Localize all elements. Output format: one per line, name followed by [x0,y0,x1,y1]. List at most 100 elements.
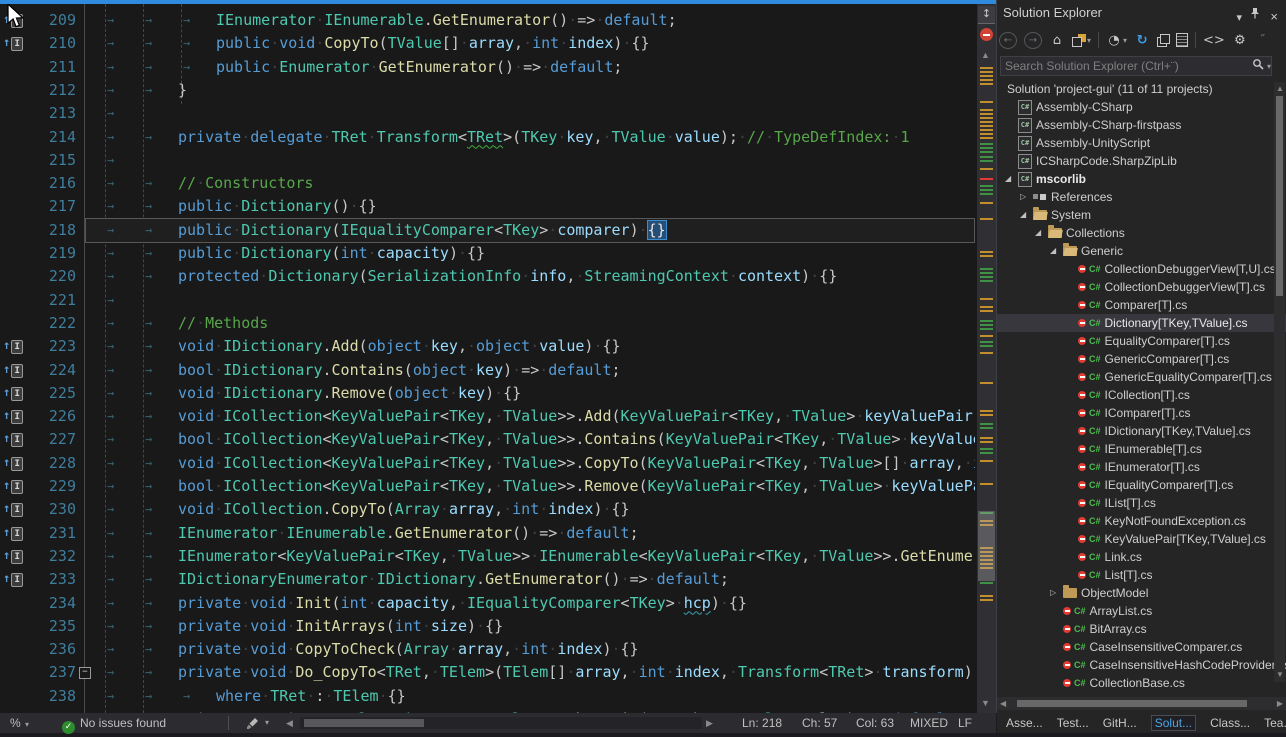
eol-indicator[interactable]: LF [958,713,972,733]
brush-icon[interactable] [246,716,259,736]
tree-item[interactable]: C#ArrayList.cs [997,602,1286,620]
chevron-down-icon[interactable]: ▾ [265,713,269,733]
tree-item[interactable]: C#Dictionary[TKey,TValue].cs [997,314,1286,332]
chevron-down-icon[interactable]: ▾ [1087,36,1091,45]
expanded-arrow-icon[interactable]: ◢ [1005,170,1011,188]
split-window-handle-icon[interactable]: ↕ [978,6,995,24]
overflow-icon[interactable]: ″ [1255,31,1271,49]
tree-item[interactable]: C#Assembly-UnityScript [997,134,1286,152]
code-line[interactable]: →→public·Dictionary()·{} [86,195,975,219]
code-line[interactable]: →→private·void·InitArrays(int·size)·{} [86,615,975,639]
tree-item[interactable]: C#IComparer[T].cs [997,404,1286,422]
code-line[interactable]: →→void·ICollection<KeyValuePair<TKey,·TV… [86,452,975,476]
zoom-control[interactable]: % ▾ [10,713,29,735]
tree-item[interactable]: C#IEnumerable[T].cs [997,440,1286,458]
properties-icon[interactable]: ⚙ [1232,31,1248,49]
scrollbar-thumb[interactable] [978,511,995,581]
tree-item[interactable]: ◢Collections [997,224,1286,242]
tree-item[interactable]: C#CaseInsensitiveComparer.cs [997,638,1286,656]
code-line[interactable]: → [86,289,975,313]
scroll-left-icon[interactable]: ◀ [1000,699,1006,708]
collapsed-arrow-icon[interactable]: ▷ [1050,584,1056,602]
expanded-arrow-icon[interactable]: ◢ [1050,242,1056,260]
code-line[interactable]: →→private·void·Init(int·capacity,·IEqual… [86,592,975,616]
tree-item[interactable]: Solution 'project-gui' (11 of 11 project… [997,80,1286,98]
code-line[interactable]: →→→public·void·CopyTo(TValue[]·array,·in… [86,32,975,56]
panel-tab-test[interactable]: Test... [1057,716,1089,730]
search-box[interactable]: ▾ [1000,56,1272,76]
tree-item[interactable]: C#CaseInsensitiveHashCodeProvider.cs [997,656,1286,674]
scroll-right-icon[interactable]: ▶ [706,713,713,733]
scroll-down-icon[interactable]: ▼ [1276,670,1284,679]
tree-item[interactable]: C#BitArray.cs [997,620,1286,638]
tree-item[interactable]: C#List[T].cs [997,566,1286,584]
tree-item[interactable]: C#IList[T].cs [997,494,1286,512]
tree-item[interactable]: C#EqualityComparer[T].cs [997,332,1286,350]
tree-item[interactable]: C#GenericComparer[T].cs [997,350,1286,368]
panel-tab-tea[interactable]: Tea... [1264,716,1286,730]
health-indicator[interactable]: ✓No issues found [62,713,166,734]
solution-explorer-titlebar[interactable]: Solution Explorer ▾ × [997,0,1286,26]
code-line[interactable]: → [86,102,975,126]
search-input[interactable] [1001,59,1250,73]
tree-item[interactable]: C#Assembly-CSharp-firstpass [997,116,1286,134]
scroll-right-icon[interactable]: ▶ [1277,699,1283,708]
home-icon[interactable]: ⌂ [1049,31,1065,49]
code-line[interactable]: →→public·Dictionary(int·capacity)·{} [86,242,975,266]
code-line[interactable]: → [86,149,975,173]
tree-item[interactable]: C#IDictionary[TKey,TValue].cs [997,422,1286,440]
panel-tab-asse[interactable]: Asse... [1006,716,1043,730]
code-line[interactable]: →→bool·IDictionary.Contains(object·key)·… [86,359,975,383]
column-indicator[interactable]: Col: 63 [856,713,894,733]
editor-horizontal-scrollbar[interactable] [300,717,702,729]
tree-item[interactable]: C#CollectionBase.cs [997,674,1286,692]
code-line[interactable]: →→IEnumerator<KeyValuePair<TKey,·TValue>… [86,545,975,569]
pending-changes-filter-icon[interactable]: ◔ [1106,31,1122,49]
tree-item[interactable]: ◢Generic [997,242,1286,260]
scrollbar-thumb[interactable] [1276,96,1283,296]
code-line[interactable]: →→private·delegate·TRet·Transform<TRet>(… [86,126,975,150]
code-line[interactable]: →→void·IDictionary.Remove(object·key)·{} [86,382,975,406]
code-line[interactable]: →→void·ICollection.CopyTo(Array·array,·i… [86,498,975,522]
chevron-down-icon[interactable]: ▾ [1123,36,1127,45]
code-editor[interactable]: ↑I209→→→IEnumerator·IEnumerable.GetEnume… [0,4,978,713]
tree-vertical-scrollbar[interactable]: ▲ ▼ [1274,82,1285,682]
code-line[interactable]: →→bool·ICollection<KeyValuePair<TKey,·TV… [86,475,975,499]
code-line[interactable]: →→→IEnumerator·IEnumerable.GetEnumerator… [86,9,975,33]
code-line[interactable]: →→void·ICollection<KeyValuePair<TKey,·TV… [86,405,975,429]
tree-item[interactable]: C#Link.cs [997,548,1286,566]
scrollbar-thumb[interactable] [1017,700,1247,707]
tree-item[interactable]: C#ICollection[T].cs [997,386,1286,404]
tree-item[interactable]: ▷ObjectModel [997,584,1286,602]
code-line[interactable]: →→public·Dictionary(IEqualityComparer<TK… [86,219,975,243]
editor-scrollbar[interactable]: ↕ ▲ ▼ [977,4,996,713]
tree-item[interactable]: C#IEqualityComparer[T].cs [997,476,1286,494]
tree-item[interactable]: C#Assembly-CSharp [997,98,1286,116]
scroll-down-icon[interactable]: ▼ [981,698,990,708]
back-icon[interactable]: ← [999,32,1017,49]
sync-with-active-document-icon[interactable]: ↻ [1134,31,1150,49]
search-icon[interactable] [1252,57,1264,75]
tree-item[interactable]: ▷References [997,188,1286,206]
code-line[interactable]: →→IDictionaryEnumerator·IDictionary.GetE… [86,568,975,592]
show-all-files-icon[interactable] [1176,33,1188,47]
code-line[interactable]: →→IEnumerator·IEnumerable.GetEnumerator(… [86,522,975,546]
code-line[interactable]: →→} [86,79,975,103]
code-line[interactable]: →→→public·Enumerator·GetEnumerator()·=>·… [86,56,975,80]
tree-horizontal-scrollbar[interactable]: ◀ ▶ [997,697,1286,710]
forward-icon[interactable]: → [1024,32,1042,49]
panel-tab-class[interactable]: Class... [1210,716,1250,730]
scroll-up-icon[interactable]: ▲ [981,50,990,60]
search-options-icon[interactable]: ▾ [1267,62,1271,71]
collapsed-arrow-icon[interactable]: ▷ [1020,188,1026,206]
tree-item[interactable]: C#CollectionDebuggerView[T,U].cs [997,260,1286,278]
line-indicator[interactable]: Ln: 218 [742,713,782,733]
panel-tab-gith[interactable]: GitH... [1103,716,1137,730]
char-indicator[interactable]: Ch: 57 [802,713,837,733]
code-line[interactable]: →→void·IDictionary.Add(object·key,·objec… [86,335,975,359]
code-line[interactable]: →→bool·ICollection<KeyValuePair<TKey,·TV… [86,428,975,452]
view-code-icon[interactable]: <> [1203,31,1225,49]
file-health-error-icon[interactable] [980,28,993,41]
scroll-left-icon[interactable]: ◀ [286,713,293,733]
expanded-arrow-icon[interactable]: ◢ [1020,206,1026,224]
